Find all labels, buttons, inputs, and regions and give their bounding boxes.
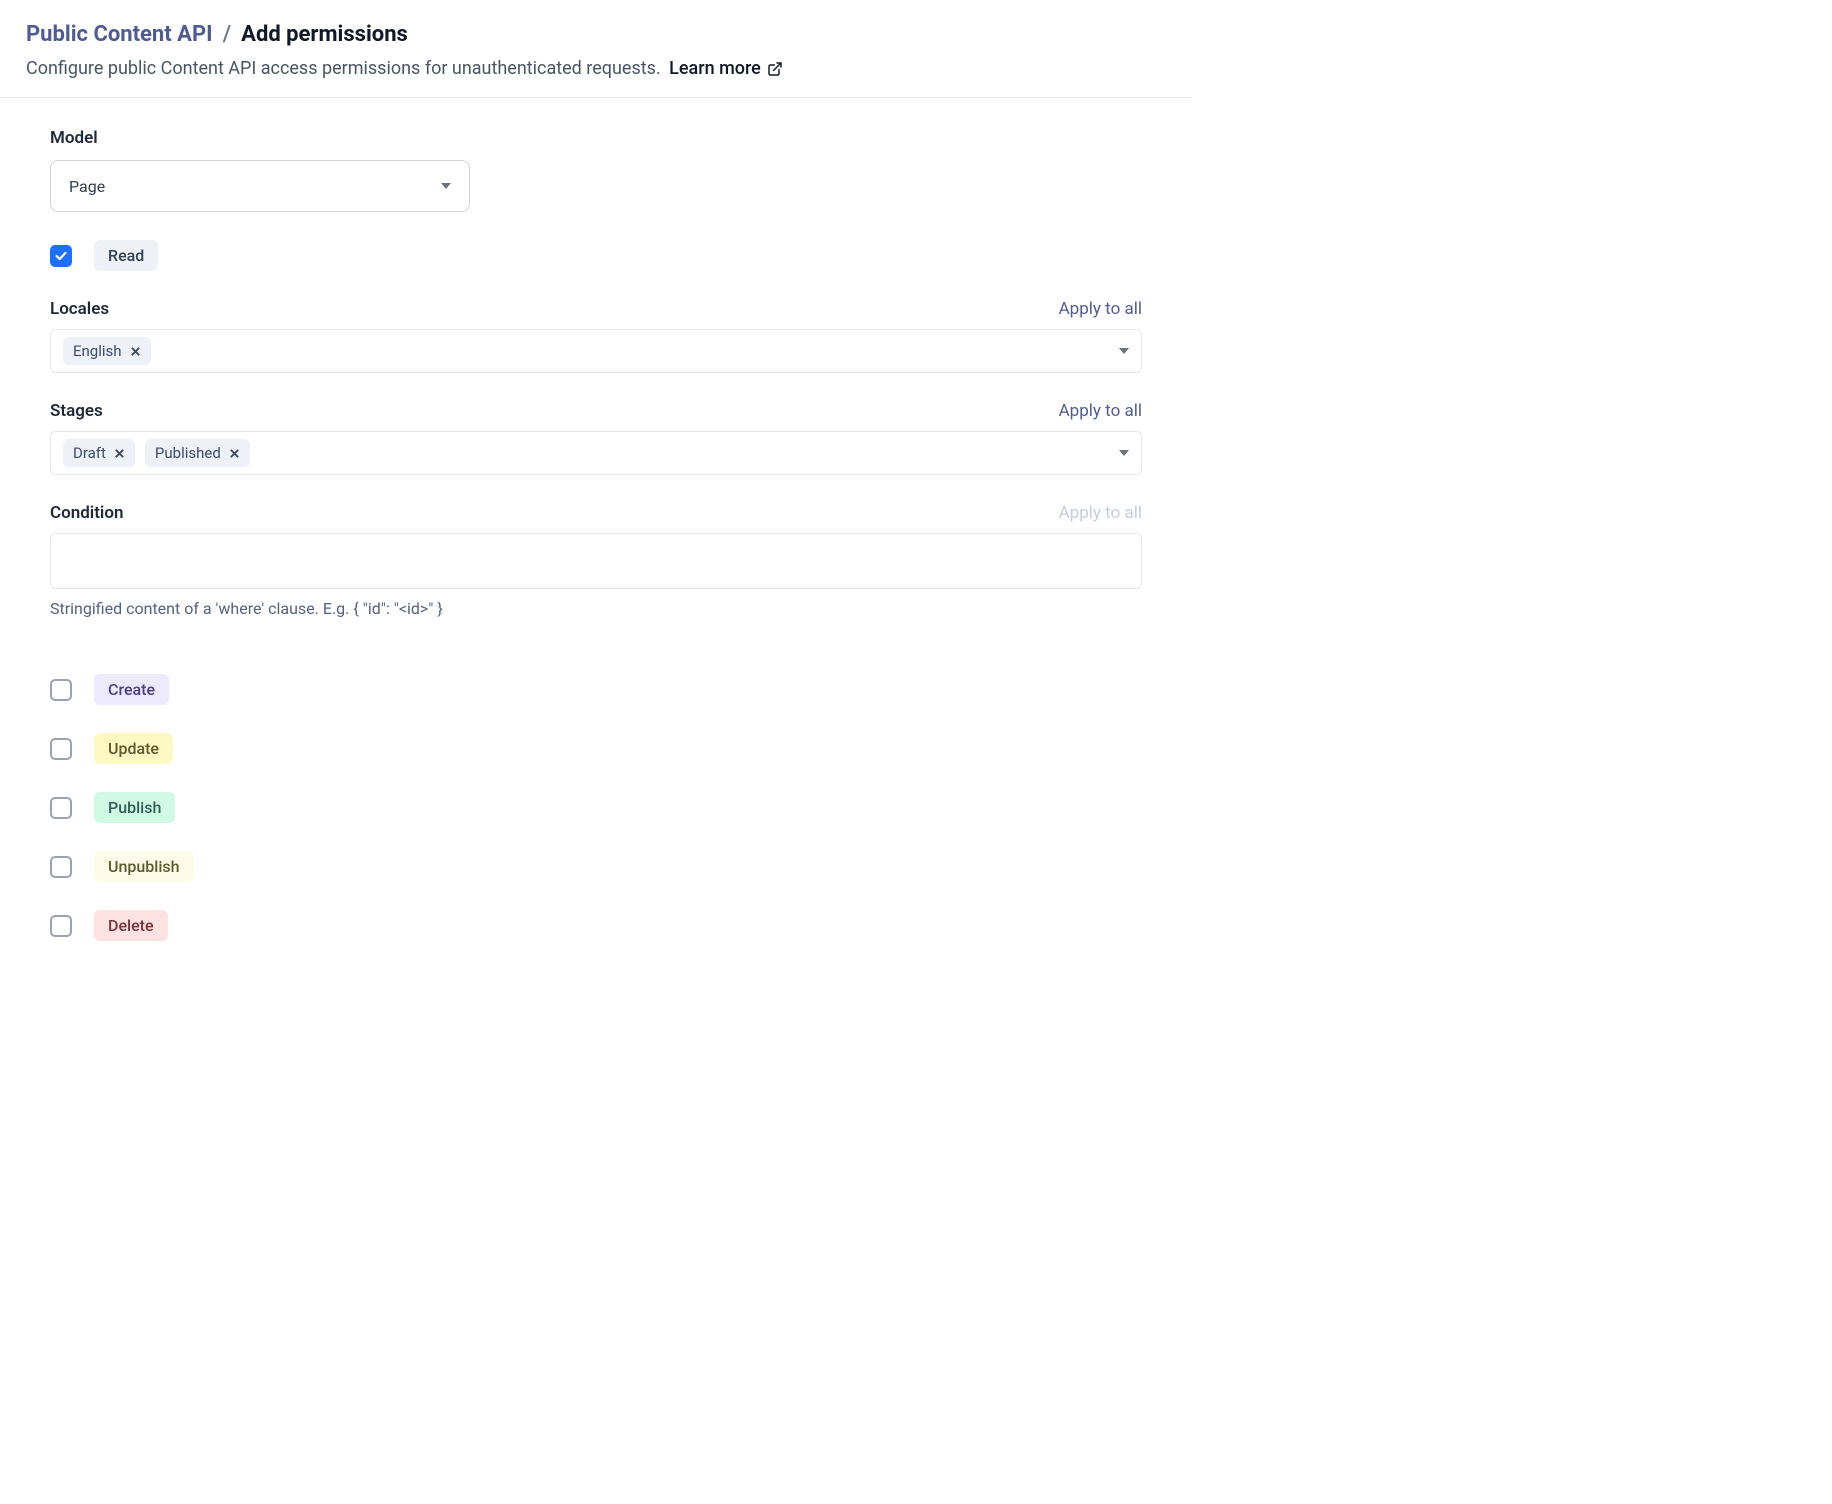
condition-label: Condition <box>50 503 123 523</box>
condition-apply-all: Apply to all <box>1059 503 1142 523</box>
stages-label: Stages <box>50 401 103 421</box>
publish-checkbox[interactable] <box>50 797 72 819</box>
locales-apply-all[interactable]: Apply to all <box>1059 299 1142 319</box>
publish-pill: Publish <box>94 792 175 823</box>
breadcrumb-current: Add permissions <box>241 22 408 48</box>
locale-chip-english: English <box>63 337 151 365</box>
condition-section: Condition Apply to all Stringified conte… <box>50 503 1142 618</box>
locales-section: Locales Apply to all English <box>50 299 1142 373</box>
update-pill: Update <box>94 733 173 764</box>
delete-checkbox[interactable] <box>50 915 72 937</box>
condition-hint: Stringified content of a 'where' clause.… <box>50 599 1142 618</box>
create-checkbox[interactable] <box>50 679 72 701</box>
learn-more-label: Learn more <box>669 58 761 79</box>
create-pill: Create <box>94 674 169 705</box>
stage-chip-draft: Draft <box>63 439 135 467</box>
page-subtitle: Configure public Content API access perm… <box>26 58 1166 79</box>
stages-apply-all[interactable]: Apply to all <box>1059 401 1142 421</box>
remove-chip-icon[interactable] <box>114 448 125 459</box>
permissions-list: Create Update Publish Unpublish <box>50 646 1142 941</box>
external-link-icon <box>767 61 783 77</box>
delete-pill: Delete <box>94 910 168 941</box>
breadcrumb: Public Content API / Add permissions <box>26 22 1166 48</box>
stages-section: Stages Apply to all Draft Published <box>50 401 1142 475</box>
model-section: Model Page Read <box>50 128 1142 271</box>
stages-select[interactable]: Draft Published <box>50 431 1142 475</box>
breadcrumb-parent[interactable]: Public Content API <box>26 22 213 48</box>
remove-chip-icon[interactable] <box>130 346 141 357</box>
read-pill: Read <box>94 240 158 271</box>
caret-down-icon <box>1119 450 1129 456</box>
page-header: Public Content API / Add permissions Con… <box>0 0 1192 98</box>
breadcrumb-sep: / <box>223 22 232 48</box>
condition-input[interactable] <box>50 533 1142 589</box>
publish-row: Publish <box>50 792 1142 823</box>
model-value: Page <box>69 177 105 196</box>
caret-down-icon <box>441 183 451 189</box>
remove-chip-icon[interactable] <box>229 448 240 459</box>
read-row: Read <box>50 240 1142 271</box>
unpublish-row: Unpublish <box>50 851 1142 882</box>
update-row: Update <box>50 733 1142 764</box>
delete-row: Delete <box>50 910 1142 941</box>
create-row: Create <box>50 674 1142 705</box>
unpublish-pill: Unpublish <box>94 851 194 882</box>
stage-chip-label: Draft <box>73 444 106 462</box>
stage-chip-published: Published <box>145 439 250 467</box>
caret-down-icon <box>1119 348 1129 354</box>
subtitle-text: Configure public Content API access perm… <box>26 58 661 79</box>
model-label: Model <box>50 128 1142 148</box>
update-checkbox[interactable] <box>50 738 72 760</box>
model-select[interactable]: Page <box>50 160 470 212</box>
learn-more-link[interactable]: Learn more <box>669 58 783 79</box>
read-checkbox[interactable] <box>50 245 72 267</box>
locale-chip-label: English <box>73 342 122 360</box>
stage-chip-label: Published <box>155 444 221 462</box>
locales-select[interactable]: English <box>50 329 1142 373</box>
locales-label: Locales <box>50 299 109 319</box>
unpublish-checkbox[interactable] <box>50 856 72 878</box>
form-body: Model Page Read Locales Apply to all <box>0 98 1192 981</box>
